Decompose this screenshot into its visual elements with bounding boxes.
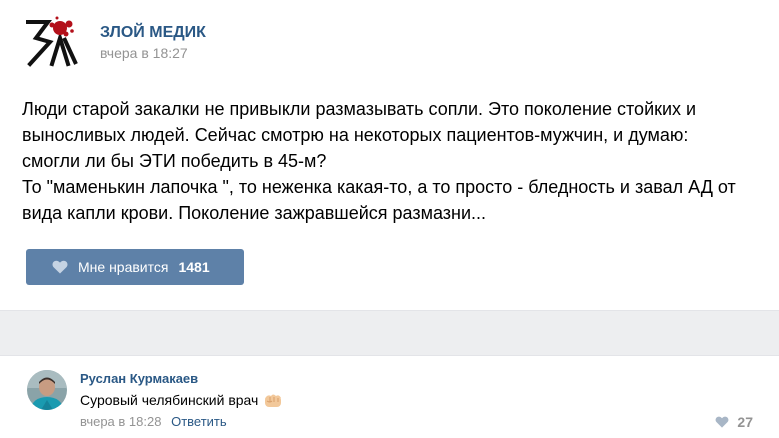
comment-like-button[interactable]: 27	[715, 414, 753, 430]
post-text-line: Люди старой закалки не привыкли размазыв…	[22, 99, 697, 119]
commenter-avatar[interactable]	[27, 370, 67, 410]
reply-link[interactable]: Ответить	[171, 414, 227, 429]
post-text: Люди старой закалки не привыкли размазыв…	[22, 96, 762, 226]
heart-icon	[52, 260, 68, 274]
user-photo-icon	[27, 370, 67, 410]
post-text-line: выносливых людей. Сейчас смотрю на некот…	[22, 125, 689, 145]
post-author-name[interactable]: ЗЛОЙ МЕДИК	[100, 24, 206, 42]
comment-like-count: 27	[737, 414, 753, 430]
evil-medic-logo-icon	[26, 16, 78, 67]
comment-item: Руслан Курмакаев Суровый челябинский вра…	[0, 356, 779, 438]
post-text-line: смогли ли бы ЭТИ победить в 45-м?	[22, 151, 327, 171]
fist-emoji-icon	[265, 394, 282, 407]
post-timestamp[interactable]: вчера в 18:27	[100, 45, 188, 61]
comment-text-body: Суровый челябинский врач	[80, 392, 259, 408]
post-text-line: То "маменькин лапочка ", то неженка кака…	[22, 177, 736, 197]
comment-text: Суровый челябинский врач	[80, 391, 283, 409]
like-button-label: Мне нравится	[78, 259, 169, 275]
heart-icon	[716, 416, 729, 428]
post-card: ЗЛОЙ МЕДИК вчера в 18:27 Люди старой зак…	[0, 0, 779, 310]
comment-timestamp[interactable]: вчера в 18:28	[80, 414, 161, 429]
like-count: 1481	[178, 259, 210, 275]
post-text-line: вида капли крови. Поколение зажравшейся …	[22, 203, 487, 223]
comment-author-name[interactable]: Руслан Курмакаев	[80, 371, 198, 386]
comment-meta: вчера в 18:28 Ответить	[80, 414, 227, 429]
community-avatar[interactable]	[22, 14, 80, 72]
section-divider	[0, 310, 779, 356]
like-button[interactable]: Мне нравится 1481	[26, 249, 244, 285]
